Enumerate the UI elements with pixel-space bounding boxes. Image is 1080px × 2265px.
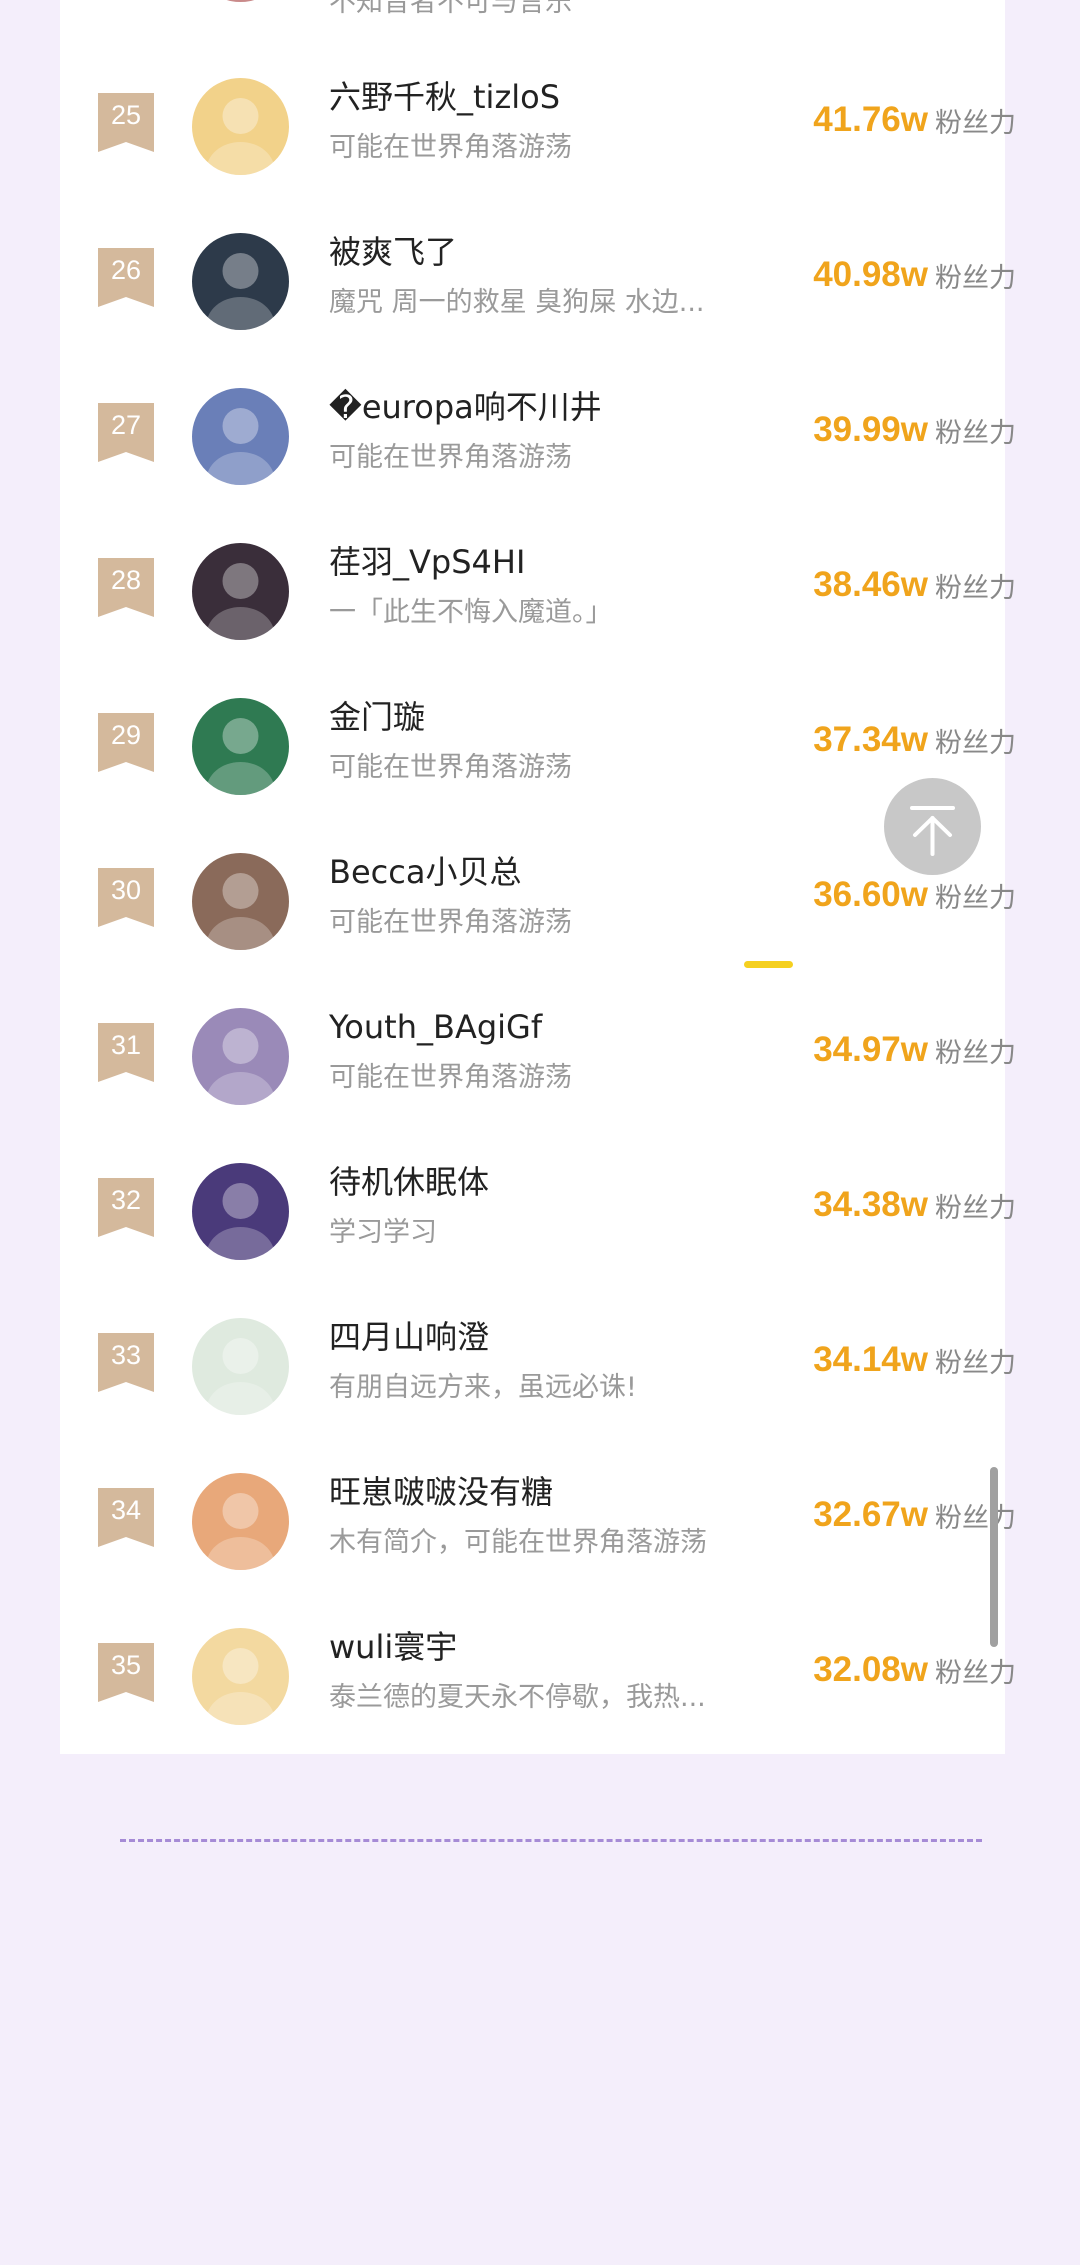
list-item[interactable]: 34 旺崽啵啵没有糖 木有简介，可能在世界角落游荡 32.67w 粉丝力 [60, 1443, 1016, 1598]
loading-indicator [744, 961, 793, 968]
fan-power-label: 粉丝力 [935, 883, 1016, 914]
rank-badge: 29 [98, 713, 154, 772]
avatar[interactable] [192, 1008, 289, 1105]
fan-power-score: 32.08w [813, 1650, 928, 1689]
fan-power-label: 粉丝力 [935, 728, 1016, 759]
rank-number: 31 [110, 1030, 142, 1060]
user-name[interactable]: 荏羽_VpS4HI [329, 539, 749, 585]
user-bio: 可能在世界角落游荡 [329, 442, 572, 473]
avatar[interactable] [192, 1318, 289, 1415]
rank-badge: 27 [98, 403, 154, 462]
fan-power-score: 37.34w [813, 720, 928, 759]
fan-power-score: 34.38w [813, 1185, 928, 1224]
user-bio: 学习学习 [329, 1217, 437, 1248]
avatar[interactable] [192, 388, 289, 485]
rank-badge: 31 [98, 1023, 154, 1082]
fan-power-label: 粉丝力 [935, 1193, 1016, 1224]
avatar[interactable] [192, 233, 289, 330]
fan-power-score: 39.99w [813, 410, 928, 449]
avatar[interactable] [192, 543, 289, 640]
avatar[interactable] [192, 1473, 289, 1570]
avatar[interactable] [192, 698, 289, 795]
list-item-bio: 不知音者不可与言乐 [329, 0, 572, 18]
arrow-up-icon [910, 806, 955, 856]
rank-badge: 35 [98, 1643, 154, 1702]
list-item[interactable]: 27 �europa响不川井 可能在世界角落游荡 39.99w 粉丝力 [60, 358, 1016, 513]
rank-badge: 28 [98, 558, 154, 617]
avatar[interactable] [192, 0, 289, 2]
scrollbar[interactable] [990, 1467, 998, 1647]
user-bio: 可能在世界角落游荡 [329, 907, 572, 938]
user-name[interactable]: 被爽飞了 [329, 229, 749, 275]
list-item-partial[interactable]: 不知音者不可与言乐 [60, 0, 1005, 30]
user-name[interactable]: Becca小贝总 [329, 849, 749, 895]
fan-power-score: 38.46w [813, 565, 928, 604]
user-name[interactable]: Youth_BAgiGf [329, 1004, 749, 1050]
page: 不知音者不可与言乐 25 六野千秋_tizloS 可能在世界角落游荡 41.76… [0, 0, 1080, 2265]
user-name[interactable]: 待机休眠体 [329, 1159, 749, 1205]
user-name[interactable]: 旺崽啵啵没有糖 [329, 1469, 749, 1515]
fan-power-label: 粉丝力 [935, 1503, 1016, 1534]
fan-power-label: 粉丝力 [935, 1658, 1016, 1689]
rank-number: 33 [110, 1340, 142, 1370]
list-item[interactable]: 28 荏羽_VpS4HI 一「此生不悔入魔道。」 38.46w 粉丝力 [60, 513, 1016, 668]
avatar[interactable] [192, 78, 289, 175]
user-bio: 可能在世界角落游荡 [329, 1062, 572, 1093]
avatar[interactable] [192, 853, 289, 950]
fan-power-label: 粉丝力 [935, 573, 1016, 604]
rank-number: 32 [110, 1185, 142, 1215]
user-bio: 可能在世界角落游荡 [329, 752, 572, 783]
fan-power-score: 32.67w [813, 1495, 928, 1534]
rank-number: 25 [110, 100, 142, 130]
rank-number: 28 [110, 565, 142, 595]
user-bio: 可能在世界角落游荡 [329, 132, 572, 163]
rank-badge: 26 [98, 248, 154, 307]
list-item[interactable]: 33 四月山响澄 有朋自远方来，虽远必诛! 34.14w 粉丝力 [60, 1288, 1016, 1443]
rank-badge: 32 [98, 1178, 154, 1237]
rank-badge: 33 [98, 1333, 154, 1392]
user-bio: 一「此生不悔入魔道。」 [329, 597, 613, 628]
rank-badge: 34 [98, 1488, 154, 1547]
section-divider [120, 1839, 982, 1842]
user-bio: 木有简介，可能在世界角落游荡 [329, 1527, 707, 1558]
fan-power-score: 34.97w [813, 1030, 928, 1069]
fan-power-label: 粉丝力 [935, 1038, 1016, 1069]
user-bio: 泰兰德的夏天永不停歇，我热... [329, 1682, 706, 1713]
avatar[interactable] [192, 1163, 289, 1260]
rank-badge: 30 [98, 868, 154, 927]
list-item[interactable]: 25 六野千秋_tizloS 可能在世界角落游荡 41.76w 粉丝力 [60, 48, 1016, 203]
user-name[interactable]: 六野千秋_tizloS [329, 74, 749, 120]
user-name[interactable]: 四月山响澄 [329, 1314, 749, 1360]
fan-power-label: 粉丝力 [935, 108, 1016, 139]
rank-number: 29 [110, 720, 142, 750]
fan-power-score: 34.14w [813, 1340, 928, 1379]
rank-number: 34 [110, 1495, 142, 1525]
list-item[interactable]: 30 Becca小贝总 可能在世界角落游荡 36.60w 粉丝力 [60, 823, 1016, 978]
rank-number: 26 [110, 255, 142, 285]
list-item[interactable]: 29 金门璇 可能在世界角落游荡 37.34w 粉丝力 [60, 668, 1016, 823]
fan-power-score: 41.76w [813, 100, 928, 139]
fan-power-score: 36.60w [813, 875, 928, 914]
user-name[interactable]: wuli寰宇 [329, 1624, 749, 1670]
rank-number: 27 [110, 410, 142, 440]
rank-number: 30 [110, 875, 142, 905]
list-item[interactable]: 26 被爽飞了 魔咒 周一的救星 臭狗屎 水边... 40.98w 粉丝力 [60, 203, 1016, 358]
user-bio: 有朋自远方来，虽远必诛! [329, 1372, 637, 1403]
ranking-list: 不知音者不可与言乐 25 六野千秋_tizloS 可能在世界角落游荡 41.76… [60, 0, 1016, 1754]
user-name[interactable]: 金门璇 [329, 694, 749, 740]
user-name[interactable]: �europa响不川井 [329, 384, 749, 430]
rank-badge: 25 [98, 93, 154, 152]
fan-power-label: 粉丝力 [935, 1348, 1016, 1379]
list-item[interactable]: 31 Youth_BAgiGf 可能在世界角落游荡 34.97w 粉丝力 [60, 978, 1016, 1133]
list-item[interactable]: 35 wuli寰宇 泰兰德的夏天永不停歇，我热... 32.08w 粉丝力 [60, 1598, 1016, 1753]
back-to-top-button[interactable] [884, 778, 981, 875]
fan-power-label: 粉丝力 [935, 418, 1016, 449]
rank-number: 35 [110, 1650, 142, 1680]
list-item[interactable]: 32 待机休眠体 学习学习 34.38w 粉丝力 [60, 1133, 1016, 1288]
user-bio: 魔咒 周一的救星 臭狗屎 水边... [329, 287, 705, 318]
avatar[interactable] [192, 1628, 289, 1725]
fan-power-score: 40.98w [813, 255, 928, 294]
fan-power-label: 粉丝力 [935, 263, 1016, 294]
